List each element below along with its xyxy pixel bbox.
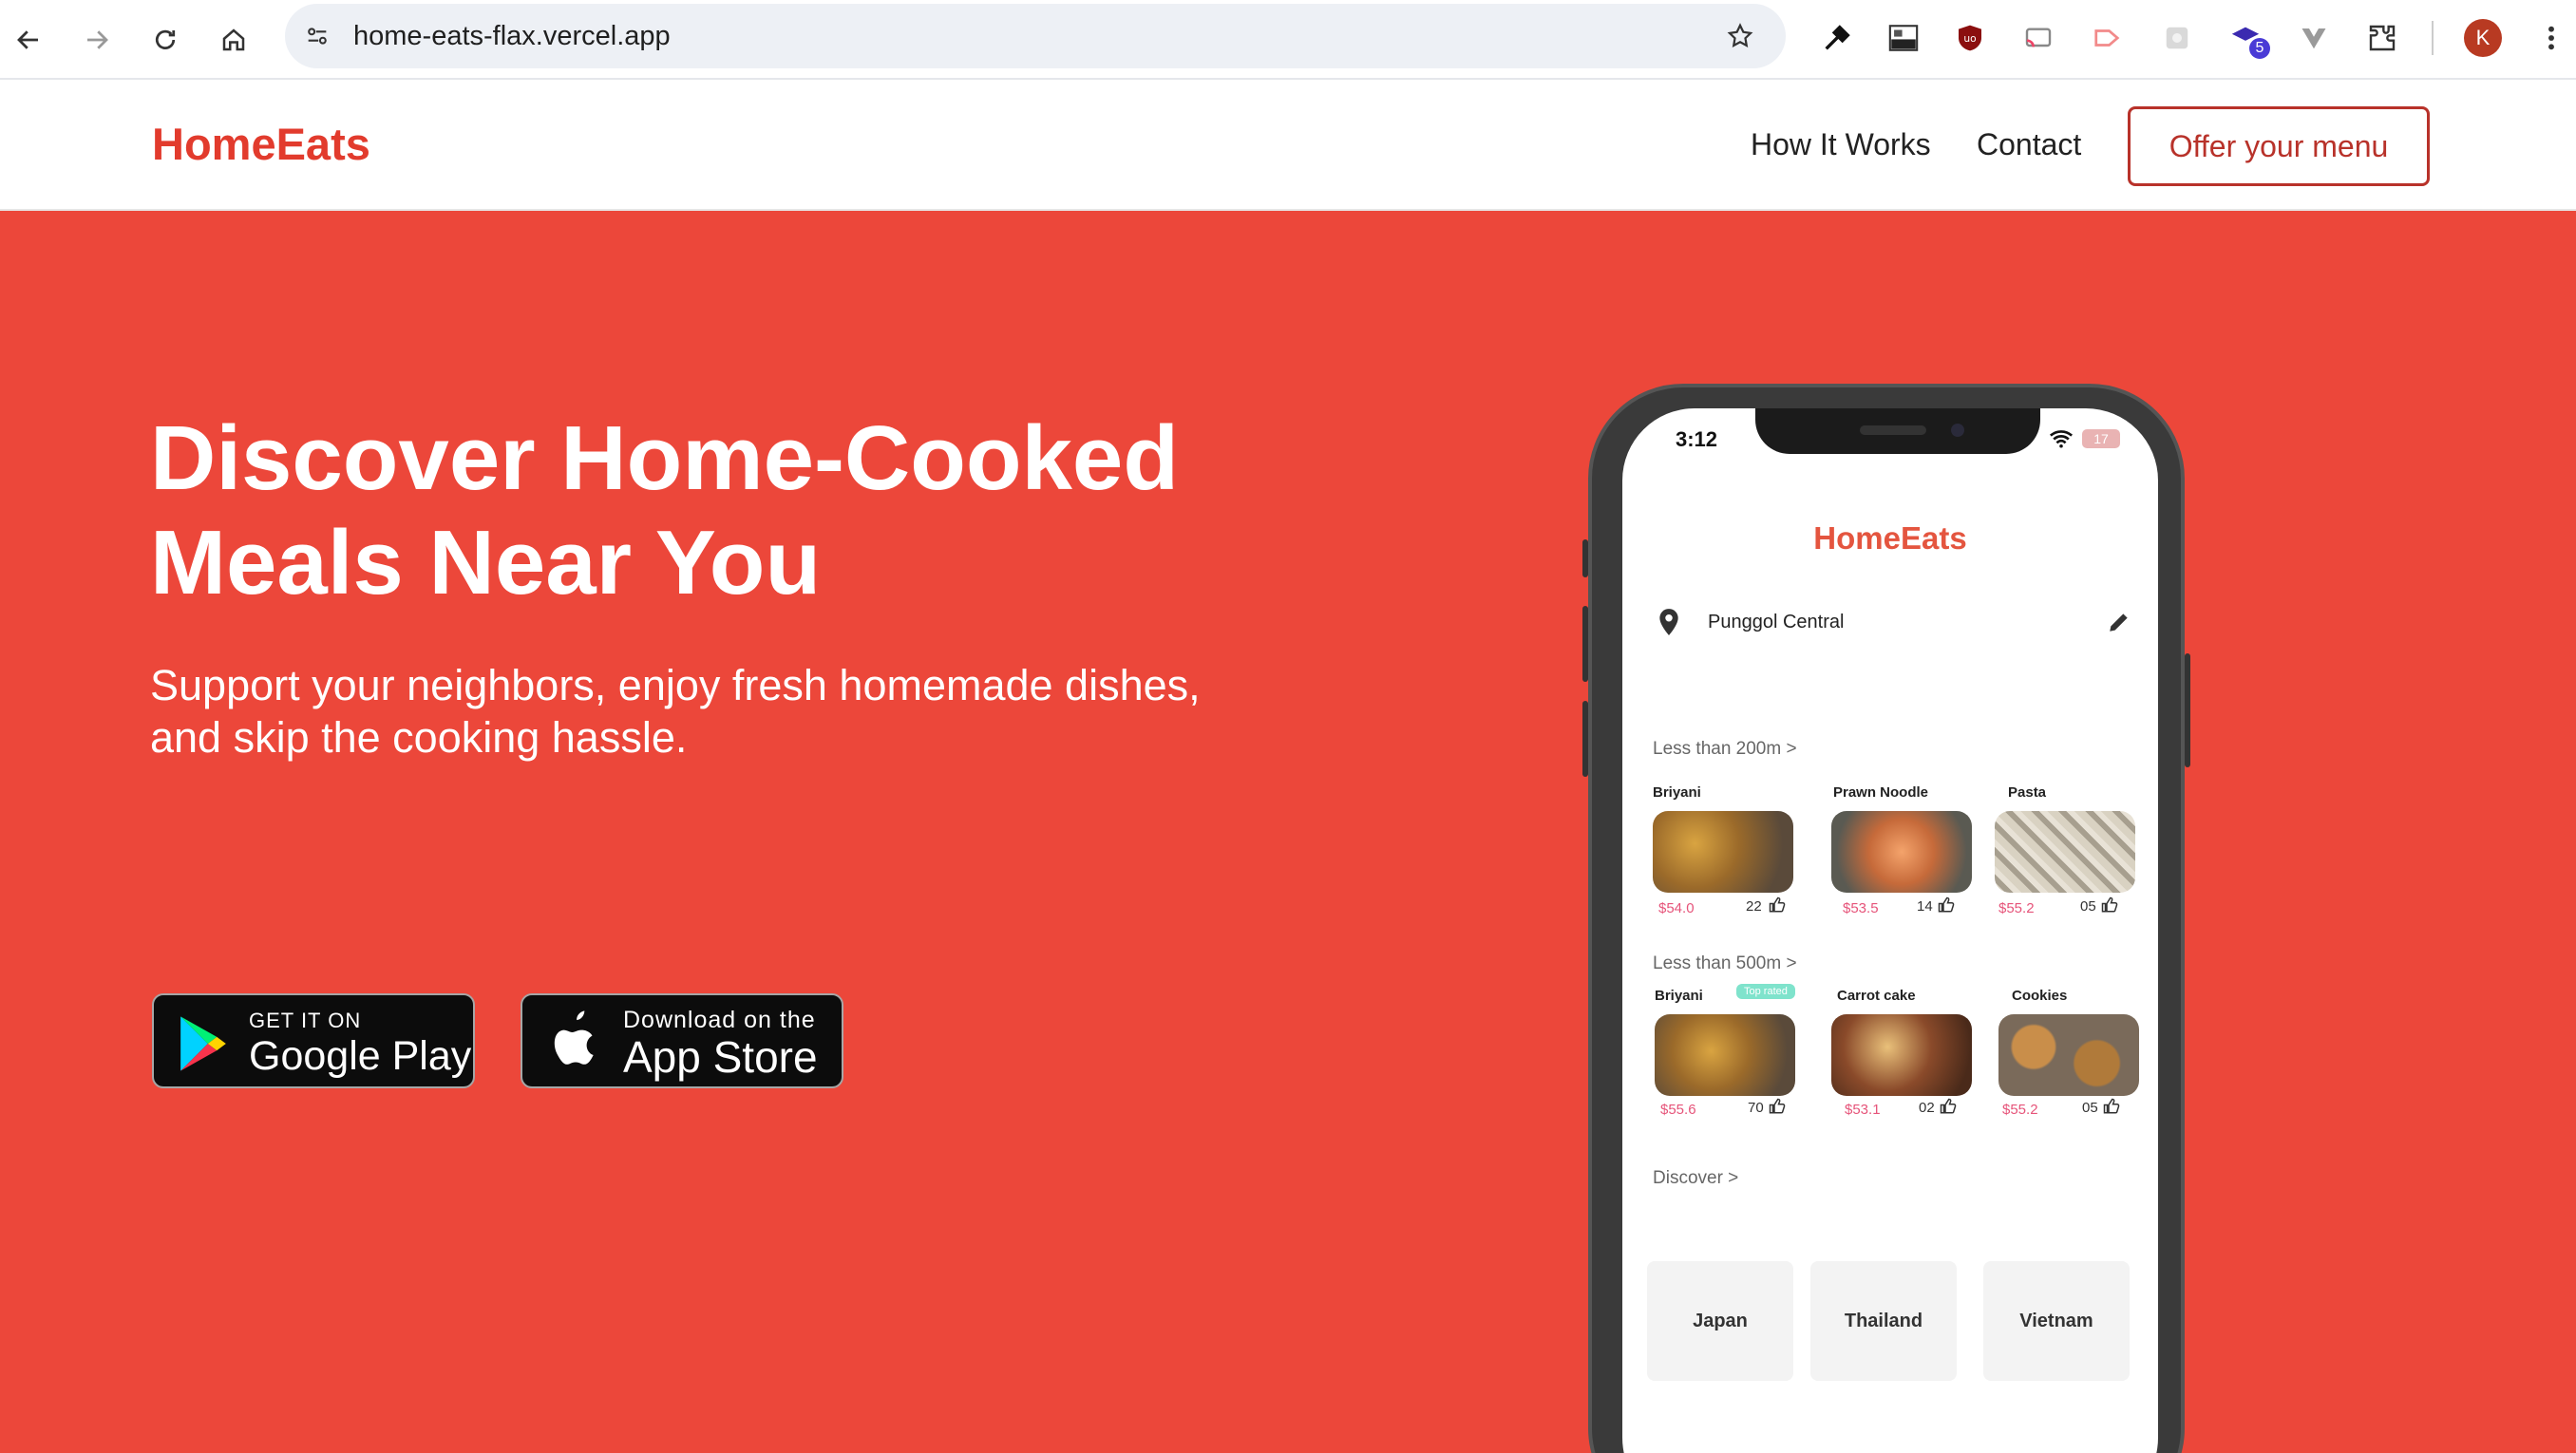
hero-headline-line2: Meals Near You [150, 512, 822, 613]
dish-name: Briyani [1655, 988, 1703, 1004]
thumbs-up-icon[interactable] [1940, 1098, 1957, 1115]
dish-likes: 02 [1919, 1100, 1935, 1116]
hero-subtitle-line1: Support your neighbors, enjoy fresh home… [150, 661, 1201, 709]
address-bar[interactable]: home-eats-flax.vercel.app [285, 4, 1786, 68]
hero-subtitle-line2: and skip the cooking hassle. [150, 713, 688, 762]
thumbs-up-icon[interactable] [1938, 896, 1955, 914]
dish-price: $53.1 [1845, 1102, 1881, 1118]
dish-price: $54.0 [1658, 900, 1695, 916]
browser-toolbar: home-eats-flax.vercel.app uo 5 K [0, 0, 2576, 80]
wifi-icon [2050, 430, 2073, 448]
url-text[interactable]: home-eats-flax.vercel.app [353, 4, 671, 68]
vue-devtools-icon[interactable] [2295, 19, 2333, 57]
google-play-icon [180, 1016, 226, 1071]
app-store-small-text: Download on the [623, 1007, 816, 1033]
hero-section: Discover Home-Cooked Meals Near You Supp… [0, 211, 2576, 1453]
country-card-japan[interactable]: Japan [1647, 1261, 1793, 1381]
location-text[interactable]: Punggol Central [1708, 612, 1844, 633]
site-logo[interactable]: HomeEats [152, 118, 370, 170]
offer-menu-button[interactable]: Offer your menu [2128, 106, 2430, 186]
extension-count-badge: 5 [2249, 38, 2270, 59]
hero-headline-line1: Discover Home-Cooked [150, 407, 1179, 509]
phone-power-button [2185, 653, 2190, 767]
ublock-shield-icon[interactable]: uo [1951, 19, 1989, 57]
hero-headline: Discover Home-Cooked Meals Near You [150, 406, 1385, 615]
dish-price: $55.2 [1998, 900, 2035, 916]
reload-icon[interactable] [142, 17, 188, 63]
thumbs-up-icon[interactable] [1769, 1098, 1786, 1115]
section-discover[interactable]: Discover > [1653, 1168, 1738, 1189]
site-settings-icon[interactable] [300, 19, 334, 53]
browser-menu-icon[interactable] [2532, 19, 2570, 57]
site-header: HomeEats How It Works Contact Offer your… [0, 82, 2576, 211]
thumbs-up-icon[interactable] [2103, 1098, 2120, 1115]
phone-screen: 3:12 17 HomeEats Punggol Central Less th… [1622, 408, 2158, 1453]
news-extension-icon[interactable] [1885, 19, 1923, 57]
hero-subtitle: Support your neighbors, enjoy fresh home… [150, 659, 1385, 764]
cast-extension-icon[interactable] [2019, 19, 2057, 57]
phone-volume-down [1582, 701, 1588, 777]
section-less-than-200m[interactable]: Less than 200m > [1653, 739, 1797, 760]
section-less-than-500m[interactable]: Less than 500m > [1653, 953, 1797, 974]
country-card-vietnam[interactable]: Vietnam [1983, 1261, 2130, 1381]
home-icon[interactable] [211, 17, 256, 63]
google-play-small-text: GET IT ON [249, 1009, 362, 1032]
grid-extension-icon[interactable] [2158, 19, 2196, 57]
status-time: 3:12 [1676, 427, 1718, 451]
google-play-big-text: Google Play [249, 1033, 472, 1079]
carrot-cake-image[interactable] [1831, 1014, 1972, 1096]
dish-price: $53.5 [1843, 900, 1879, 916]
dish-name: Briyani [1653, 784, 1701, 801]
app-store-big-text: App Store [623, 1032, 818, 1082]
forward-icon[interactable] [74, 17, 120, 63]
thumbs-up-icon[interactable] [1769, 896, 1786, 914]
country-card-thailand[interactable]: Thailand [1810, 1261, 1957, 1381]
battery-indicator: 17 [2082, 429, 2120, 448]
app-title: HomeEats [1813, 520, 1967, 556]
briyani-image[interactable] [1653, 811, 1793, 893]
phone-notch [1755, 408, 2040, 454]
dish-name: Carrot cake [1837, 988, 1916, 1004]
edit-location-icon[interactable] [2107, 610, 2131, 634]
dish-name: Pasta [2008, 784, 2047, 801]
cap-extension-icon[interactable]: 5 [2226, 19, 2270, 59]
bookmark-star-icon[interactable] [1721, 17, 1759, 55]
dish-price: $55.2 [2002, 1102, 2038, 1118]
dish-name: Prawn Noodle [1833, 784, 1929, 801]
pasta-image[interactable] [1995, 811, 2135, 893]
eyedropper-extension-icon[interactable] [1818, 19, 1856, 57]
puzzle-extensions-icon[interactable] [2363, 19, 2401, 57]
profile-avatar[interactable]: K [2464, 19, 2502, 57]
nav-link-contact[interactable]: Contact [1977, 127, 2081, 162]
dish-likes: 22 [1746, 898, 1762, 915]
app-store-button[interactable]: Download on the App Store [521, 993, 843, 1088]
phone-volume-up [1582, 606, 1588, 682]
prawn-noodle-image[interactable] [1831, 811, 1972, 893]
dish-likes: 14 [1917, 898, 1933, 915]
svg-text:uo: uo [1963, 32, 1976, 45]
dish-likes: 05 [2080, 898, 2096, 915]
google-play-button[interactable]: GET IT ON Google Play [152, 993, 475, 1088]
nav-link-how-it-works[interactable]: How It Works [1751, 127, 1931, 162]
record-extension-icon[interactable] [2088, 19, 2126, 57]
dish-price: $55.6 [1660, 1102, 1696, 1118]
thumbs-up-icon[interactable] [2101, 896, 2118, 914]
top-rated-badge: Top rated [1736, 984, 1795, 999]
back-icon[interactable] [6, 17, 51, 63]
toolbar-divider [2432, 21, 2434, 55]
phone-side-button [1582, 539, 1588, 577]
dish-name: Cookies [2012, 988, 2068, 1004]
cookies-image[interactable] [1998, 1014, 2139, 1096]
dish-likes: 05 [2082, 1100, 2098, 1116]
apple-icon [554, 1010, 594, 1065]
dish-likes: 70 [1748, 1100, 1764, 1116]
briyani-image[interactable] [1655, 1014, 1795, 1096]
phone-mockup: 3:12 17 HomeEats Punggol Central Less th… [1582, 384, 2190, 1453]
location-pin-icon [1659, 609, 1678, 635]
